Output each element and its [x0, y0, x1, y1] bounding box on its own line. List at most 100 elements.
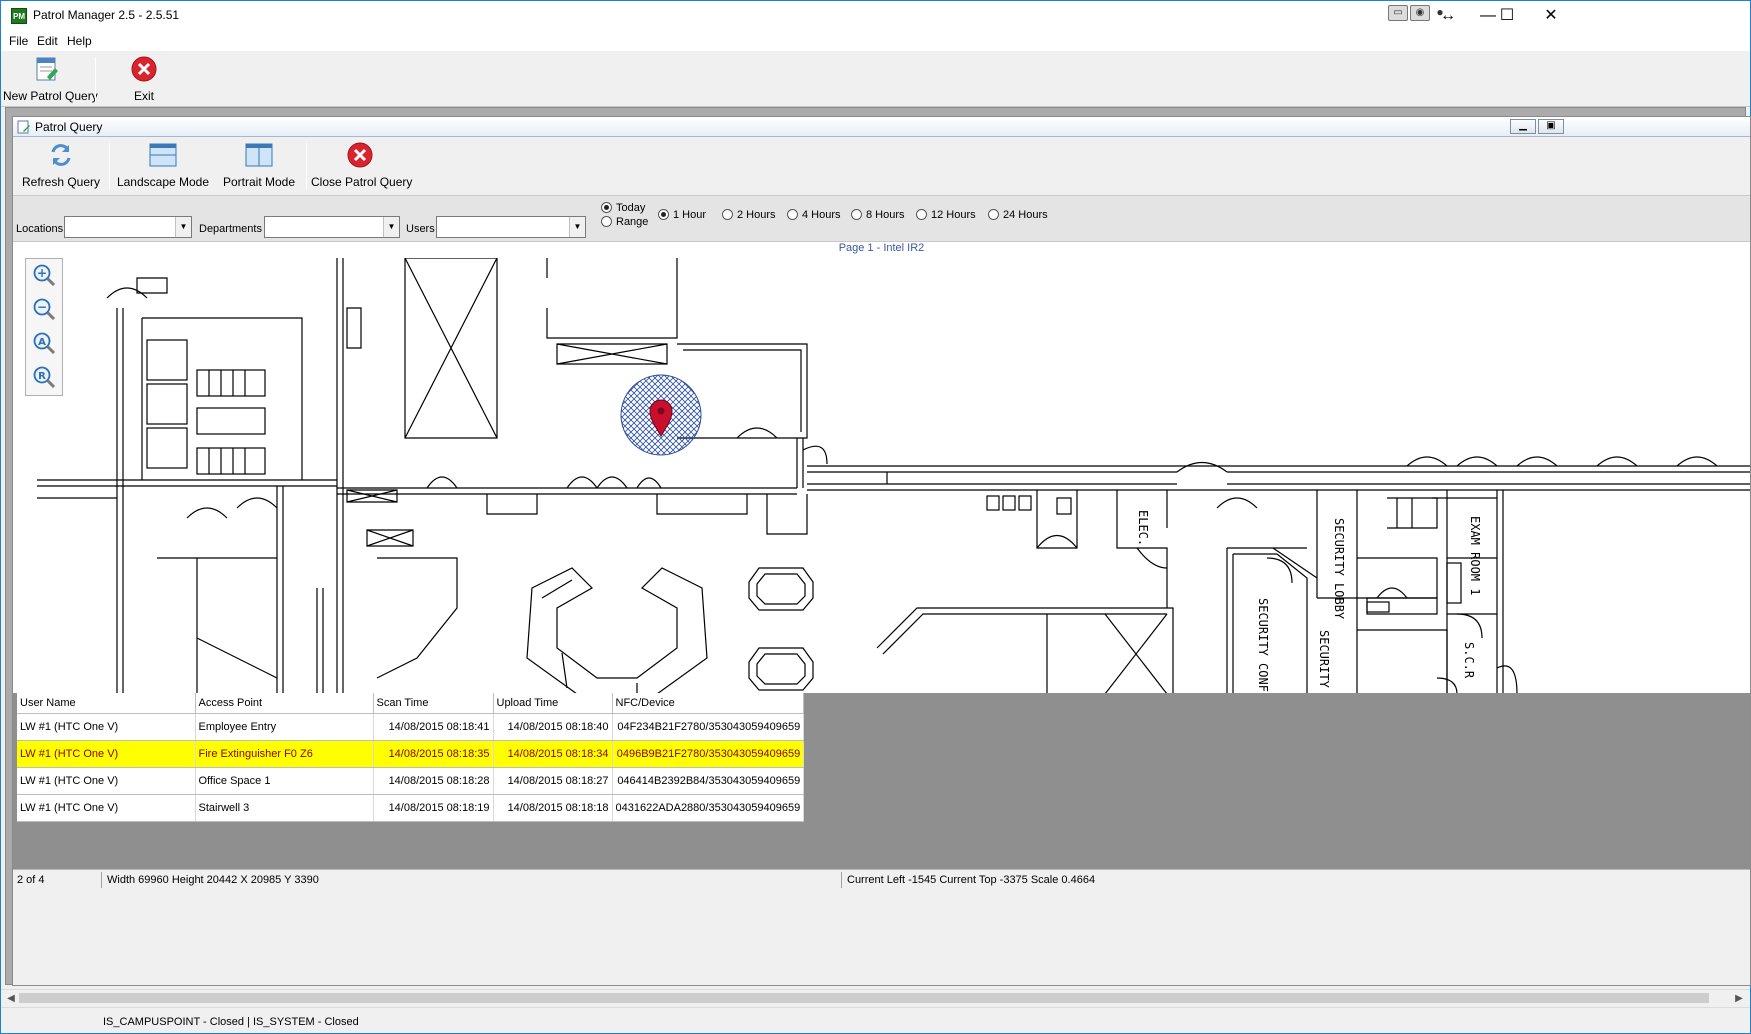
departments-dropdown[interactable]: ▼ [264, 216, 400, 238]
close-button[interactable]: ✕ [1528, 1, 1574, 31]
radio-dot[interactable] [722, 209, 733, 220]
query-toolbar: Refresh Query Landscape Mode Portrait Mo… [13, 137, 1750, 195]
scroll-left-icon[interactable]: ◀ [3, 991, 19, 1006]
locations-label: Locations [16, 223, 64, 235]
refresh-query-label: Refresh Query [21, 175, 101, 189]
menu-help[interactable]: Help [67, 34, 92, 48]
app-logo-icon: PM [11, 8, 27, 24]
zoom-all-icon[interactable]: A [32, 331, 56, 355]
radio-dot[interactable] [787, 209, 798, 220]
radio-today[interactable]: Today [601, 202, 645, 214]
cell-upload-time: 14/08/2015 08:18:18 [493, 794, 613, 822]
table-header-row: User Name Access Point Scan Time Upload … [17, 693, 805, 714]
landscape-mode-label: Landscape Mode [116, 175, 210, 189]
radio-label: 1 Hour [673, 209, 707, 221]
horizontal-scrollbar[interactable]: ◀ ▶ [1, 989, 1750, 1006]
radio-4-hours[interactable]: 4 Hours [787, 209, 841, 221]
zoom-out-icon[interactable]: − [32, 297, 56, 321]
users-dropdown[interactable]: ▼ [436, 216, 586, 238]
radio-8-hours[interactable]: 8 Hours [851, 209, 905, 221]
zoom-in-icon[interactable]: + [32, 263, 56, 287]
column-header-scan-time[interactable]: Scan Time [373, 693, 494, 714]
cell-upload-time: 14/08/2015 08:18:40 [493, 713, 613, 741]
radio-dot[interactable] [988, 209, 999, 220]
cell-access-point: Stairwell 3 [195, 794, 374, 822]
radio-today-dot[interactable] [601, 202, 612, 213]
zoom-reset-icon[interactable]: R [32, 365, 56, 389]
users-label: Users [406, 223, 435, 235]
zoom-out-glyph: − [37, 300, 47, 314]
cell-access-point: Employee Entry [195, 713, 374, 741]
cell-upload-time: 14/08/2015 08:18:27 [493, 767, 613, 795]
exit-button[interactable]: Exit [119, 51, 169, 107]
results-table: User Name Access Point Scan Time Upload … [17, 693, 805, 822]
radio-dot[interactable] [851, 209, 862, 220]
room-label-security-lobby: SECURITY LOBBY [1332, 518, 1346, 620]
table-row[interactable]: LW #1 (HTC One V) Employee Entry 14/08/2… [17, 713, 805, 741]
radio-label: 12 Hours [931, 209, 976, 221]
chevron-down-icon[interactable]: ▼ [175, 217, 191, 237]
radio-label: 2 Hours [737, 209, 776, 221]
exit-label: Exit [133, 89, 154, 103]
patrol-query-window: Patrol Query ▁ ▣ Refresh Query Landscape… [12, 116, 1751, 986]
column-header-upload-time[interactable]: Upload Time [493, 693, 613, 714]
monitor-icon[interactable]: ▭ [1388, 5, 1408, 21]
cell-upload-time: 14/08/2015 08:18:34 [493, 740, 613, 768]
radio-2-hours[interactable]: 2 Hours [722, 209, 776, 221]
radio-dot[interactable] [916, 209, 927, 220]
room-label-security-rm: SECURITY RM [1317, 630, 1331, 694]
map-dimensions: Width 69960 Height 20442 X 20985 Y 3390 [107, 874, 319, 886]
chevron-down-icon[interactable]: ▼ [569, 217, 585, 237]
table-row[interactable]: LW #1 (HTC One V) Stairwell 3 14/08/2015… [17, 794, 805, 822]
new-query-icon [36, 57, 58, 81]
radio-1-hour[interactable]: 1 Hour [658, 209, 706, 221]
child-title-bar: Patrol Query ▁ ▣ [13, 117, 1750, 137]
close-patrol-query-label: Close Patrol Query [311, 175, 413, 189]
refresh-query-button[interactable]: Refresh Query [19, 137, 103, 193]
menu-edit[interactable]: Edit [37, 34, 58, 48]
radio-range-dot[interactable] [601, 216, 612, 227]
scrollbar-thumb[interactable] [19, 993, 1709, 1003]
column-header-access-point[interactable]: Access Point [195, 693, 374, 714]
departments-label: Departments [199, 223, 262, 235]
eye-icon[interactable]: ◉ [1410, 5, 1430, 21]
maximize-button[interactable]: ☐ [1484, 1, 1530, 31]
scroll-right-icon[interactable]: ▶ [1731, 991, 1747, 1006]
cell-nfc-device: 04F234B21F2780/353043059409659 [612, 713, 805, 741]
cell-user: LW #1 (HTC One V) [17, 767, 196, 795]
radio-12-hours[interactable]: 12 Hours [916, 209, 976, 221]
locations-dropdown[interactable]: ▼ [64, 216, 192, 238]
cell-access-point: Fire Extinguisher F0 Z6 [195, 740, 374, 768]
toolbar-separator [95, 57, 96, 103]
title-bar: PM Patrol Manager 2.5 - 2.5.51 ▭ ◉ ● ↔ —… [1, 1, 1750, 31]
column-header-user-name[interactable]: User Name [17, 693, 196, 714]
table-row[interactable]: LW #1 (HTC One V) Office Space 1 14/08/2… [17, 767, 805, 795]
close-patrol-query-button[interactable]: Close Patrol Query [311, 137, 413, 193]
radio-24-hours[interactable]: 24 Hours [988, 209, 1048, 221]
room-label-exam-room: EXAM ROOM 1 [1468, 516, 1482, 595]
child-restore-button[interactable]: ▣ [1538, 119, 1564, 134]
radio-label: 24 Hours [1003, 209, 1048, 221]
column-header-nfc-device[interactable]: NFC/Device [612, 693, 805, 714]
chevron-down-icon[interactable]: ▼ [383, 217, 399, 237]
portrait-mode-button[interactable]: Portrait Mode [217, 137, 301, 193]
connection-status-bar: IS_CAMPUSPOINT - Closed | IS_SYSTEM - Cl… [1, 1007, 1750, 1033]
table-row-selected[interactable]: LW #1 (HTC One V) Fire Extinguisher F0 Z… [17, 740, 805, 768]
cell-scan-time: 14/08/2015 08:18:35 [373, 740, 494, 768]
window-title: Patrol Manager 2.5 - 2.5.51 [33, 8, 180, 22]
record-position: 2 of 4 [17, 874, 45, 886]
room-label-elec: ELEC. [1136, 510, 1150, 546]
map-view[interactable]: Page 1 - Intel IR2 ELEC. SECURITY LOBBY … [13, 241, 1750, 694]
portrait-icon [245, 143, 273, 167]
landscape-mode-button[interactable]: Landscape Mode [113, 137, 213, 193]
radio-dot[interactable] [658, 209, 669, 220]
radio-range[interactable]: Range [601, 216, 648, 228]
resize-icon[interactable]: ↔ [1433, 1, 1463, 31]
cell-scan-time: 14/08/2015 08:18:19 [373, 794, 494, 822]
floor-plan[interactable]: ELEC. SECURITY LOBBY EXAM ROOM 1 SECURIT… [37, 258, 1750, 694]
new-patrol-query-button[interactable]: New Patrol Query [3, 51, 98, 107]
child-minimize-button[interactable]: ▁ [1510, 119, 1536, 134]
radio-label: 8 Hours [866, 209, 905, 221]
menu-file[interactable]: File [9, 34, 28, 48]
cell-user: LW #1 (HTC One V) [17, 794, 196, 822]
